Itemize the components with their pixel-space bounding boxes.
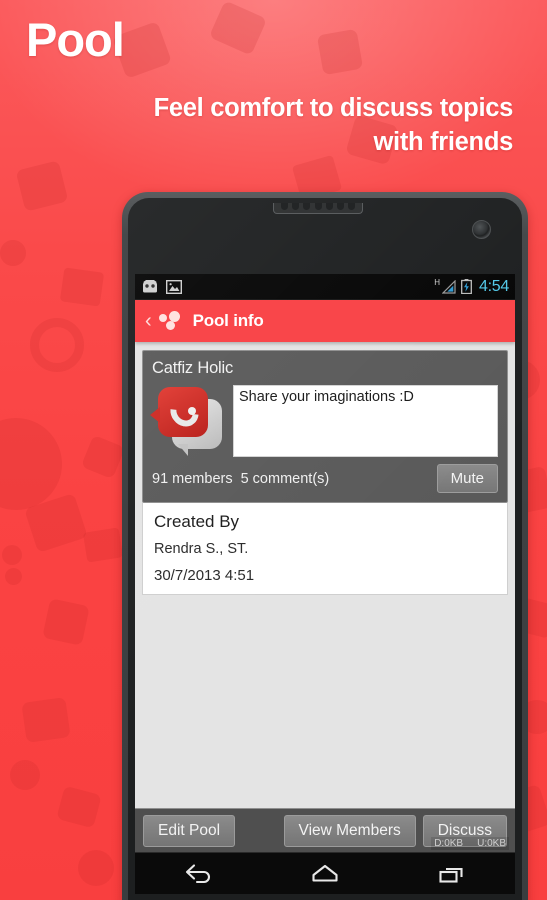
android-robot-icon	[143, 280, 157, 293]
catfiz-app-logo-icon	[150, 385, 226, 457]
watermark-square	[316, 28, 364, 76]
watermark-square	[42, 598, 90, 646]
device-screen: H 4:54 ‹ Pool info Catfiz Holic Share yo…	[135, 274, 515, 894]
watermark-square	[15, 160, 69, 212]
download-usage: D:0KB	[434, 838, 464, 849]
nav-recents-button[interactable]	[417, 853, 487, 895]
home-icon	[312, 864, 338, 882]
watermark-frame	[82, 527, 124, 563]
watermark-frame	[59, 267, 105, 307]
network-usage-overlay: D:0KB U:0KB	[431, 837, 509, 850]
network-type-label: H	[434, 277, 441, 287]
watermark-circle	[0, 240, 26, 266]
signal-bars-icon	[442, 279, 456, 294]
nav-home-button[interactable]	[290, 853, 360, 895]
created-by-card: Created By Rendra S., ST. 30/7/2013 4:51	[142, 503, 508, 595]
watermark-circle	[78, 850, 114, 886]
back-chevron-icon[interactable]: ‹	[145, 311, 152, 331]
back-icon	[186, 863, 211, 883]
promo-subtitle: Feel comfort to discuss topics with frie…	[33, 92, 514, 159]
watermark-dot	[2, 545, 22, 565]
watermark-dot	[5, 568, 22, 585]
comments-count: 5 comment(s)	[240, 470, 330, 487]
watermark-circle	[10, 760, 40, 790]
status-bar-clock: 4:54	[479, 277, 509, 295]
view-members-button[interactable]: View Members	[283, 814, 416, 847]
group-status-input[interactable]: Share your imaginations :D	[233, 385, 498, 457]
recent-apps-icon	[439, 867, 463, 883]
android-status-bar: H 4:54	[135, 274, 515, 300]
members-count: 91 members	[152, 470, 233, 487]
edit-pool-button[interactable]: Edit Pool	[143, 814, 236, 847]
earpiece-speaker-icon	[273, 203, 363, 214]
created-by-author: Rendra S., ST.	[154, 541, 249, 557]
phone-screen-bezel: H 4:54 ‹ Pool info Catfiz Holic Share yo…	[128, 198, 522, 900]
watermark-ring	[30, 318, 84, 372]
watermark-square	[21, 697, 71, 743]
watermark-square	[56, 785, 102, 829]
front-camera-icon	[472, 220, 491, 239]
promo-subtitle-line-1: Feel comfort to discuss topics	[153, 94, 514, 122]
upload-usage: U:0KB	[477, 838, 506, 849]
watermark-square	[208, 0, 268, 56]
promo-subtitle-line-2: with friends	[373, 127, 514, 156]
mute-button[interactable]: Mute	[436, 464, 498, 493]
android-navigation-bar	[135, 852, 515, 894]
action-bar: ‹ Pool info	[135, 300, 515, 342]
group-name: Catfiz Holic	[152, 359, 234, 377]
phone-device-frame: H 4:54 ‹ Pool info Catfiz Holic Share yo…	[122, 192, 528, 900]
created-by-title: Created By	[154, 512, 240, 531]
promo-title: Pool	[26, 13, 125, 66]
created-by-date: 30/7/2013 4:51	[154, 567, 255, 584]
battery-charging-icon	[461, 279, 472, 294]
watermark-square	[80, 434, 126, 480]
watermark-circle	[0, 418, 62, 510]
group-summary-card: Catfiz Holic Share your imaginations :D	[142, 350, 508, 503]
gallery-image-icon	[166, 279, 182, 294]
page-title: Pool info	[192, 311, 264, 330]
pool-action-toolbar: Edit Pool View Members Discuss D:0KB U:0…	[135, 808, 515, 852]
pool-info-content: Catfiz Holic Share your imaginations :D	[135, 342, 515, 852]
nav-back-button[interactable]	[163, 853, 233, 895]
pool-dots-icon[interactable]	[158, 311, 183, 331]
